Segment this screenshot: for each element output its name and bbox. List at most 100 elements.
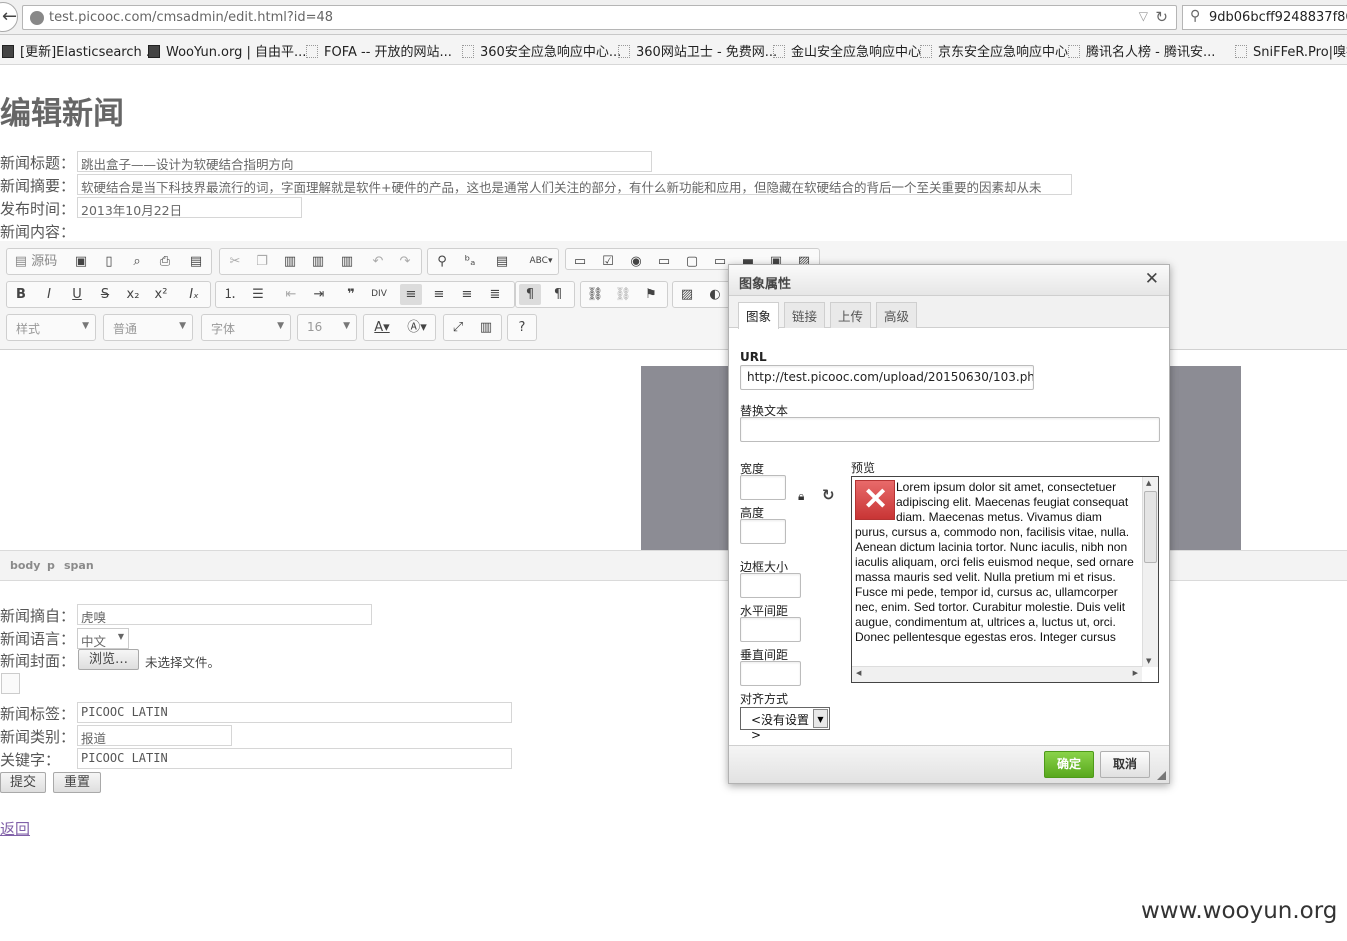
select-all-icon[interactable]: ▤ <box>491 251 513 272</box>
search-input[interactable]: ⚲ 9db06bcff9248837f86d1 <box>1182 5 1347 30</box>
scroll-up-icon[interactable]: ▲ <box>1146 479 1151 487</box>
dialog-title-bar[interactable]: 图象属性 ✕ <box>729 265 1169 296</box>
resize-grip-icon[interactable] <box>1157 771 1166 780</box>
textarea-icon[interactable]: ▢ <box>681 251 703 272</box>
redo-icon[interactable]: ↷ <box>394 251 416 272</box>
bookmark-item[interactable]: 金山安全应急响应中心 <box>773 41 921 60</box>
strike-icon[interactable]: S <box>94 284 116 305</box>
font-size-combo[interactable]: 16 ▼ <box>297 314 357 341</box>
radio-icon[interactable]: ◉ <box>625 251 647 272</box>
show-blocks-icon[interactable]: ▥ <box>475 317 497 338</box>
preview-vertical-scrollbar[interactable]: ▲ ▼ <box>1142 477 1158 667</box>
cancel-button[interactable]: 取消 <box>1100 751 1150 778</box>
form-icon[interactable]: ▭ <box>569 251 591 272</box>
width-input[interactable] <box>740 475 786 500</box>
paste-word-icon[interactable]: ▥ <box>336 251 358 272</box>
height-input[interactable] <box>740 519 786 544</box>
bookmark-item[interactable]: [更新]Elasticsearch ... <box>2 41 158 60</box>
cut-icon[interactable]: ✂ <box>224 251 246 272</box>
align-left-icon[interactable]: ≡ <box>400 284 422 305</box>
path-item[interactable]: body <box>10 559 40 572</box>
tab-image[interactable]: 图象 <box>738 302 780 329</box>
tab-link[interactable]: 链接 <box>784 302 826 328</box>
bookmark-item[interactable]: WooYun.org | 自由平... <box>148 41 306 60</box>
keyword-input[interactable]: PICOOC LATIN <box>77 748 512 769</box>
find-icon[interactable]: ⚲ <box>431 251 453 272</box>
bookmark-item[interactable]: FOFA -- 开放的网站... <box>306 41 452 60</box>
style-combo[interactable]: 样式 ▼ <box>6 314 96 341</box>
link-icon[interactable]: ⛓ <box>584 284 606 305</box>
spellcheck-icon[interactable]: ABC▾ <box>526 251 556 272</box>
tab-advanced[interactable]: 高级 <box>876 302 918 328</box>
textfield-icon[interactable]: ▭ <box>653 251 675 272</box>
close-icon[interactable]: ✕ <box>1145 269 1159 289</box>
unlink-icon[interactable]: ⛓ <box>612 284 634 305</box>
source-input[interactable]: 虎嗅 <box>77 604 372 625</box>
back-button[interactable]: ← <box>0 2 18 32</box>
rtl-icon[interactable]: ¶ <box>547 284 569 305</box>
copy-icon[interactable]: ❐ <box>251 251 273 272</box>
flash-icon[interactable]: ◐ <box>704 284 726 305</box>
reset-button[interactable]: 重置 <box>53 772 101 793</box>
reload-icon[interactable]: ↻ <box>1155 8 1168 26</box>
indent-icon[interactable]: ⇥ <box>308 284 330 305</box>
bookmark-item[interactable]: SniFFeR.Pro|嗅探 <box>1235 41 1347 60</box>
scroll-right-icon[interactable]: ▶ <box>1133 669 1138 677</box>
bg-color-icon[interactable]: Ⓐ▾ <box>402 317 432 338</box>
category-input[interactable]: 报道 <box>77 725 232 746</box>
image-url-input[interactable]: http://test.picooc.com/upload/20150630/1… <box>740 365 1034 390</box>
ltr-icon[interactable]: ¶ <box>519 284 541 305</box>
lock-ratio-icon[interactable]: 🔒︎ <box>798 489 804 504</box>
browse-button[interactable]: 浏览… <box>78 649 139 670</box>
preview-horizontal-scrollbar[interactable]: ◀ ▶ <box>852 666 1142 682</box>
bold-icon[interactable]: B <box>10 284 32 305</box>
hspace-input[interactable] <box>740 617 801 642</box>
remove-format-icon[interactable]: Iₓ <box>183 284 205 305</box>
anchor-icon[interactable]: ⚑ <box>640 284 662 305</box>
publish-date-input[interactable]: 2013年10月22日 <box>77 197 302 218</box>
ok-button[interactable]: 确定 <box>1044 751 1094 778</box>
path-item[interactable]: span <box>64 559 94 572</box>
bookmark-item[interactable]: 360网站卫士 - 免费网... <box>618 41 777 60</box>
format-combo[interactable]: 普通 ▼ <box>103 314 193 341</box>
paste-icon[interactable]: ▥ <box>279 251 301 272</box>
replace-icon[interactable]: ᵇₐ <box>459 251 481 272</box>
blockquote-icon[interactable]: ❞ <box>340 284 362 305</box>
path-item[interactable]: p <box>47 559 55 572</box>
div-icon[interactable]: DIV <box>368 284 390 305</box>
tags-input[interactable]: PICOOC LATIN <box>77 702 512 723</box>
border-input[interactable] <box>740 573 801 598</box>
outdent-icon[interactable]: ⇤ <box>280 284 302 305</box>
image-icon[interactable]: ▨ <box>676 284 698 305</box>
reset-size-icon[interactable]: ↻ <box>822 486 835 504</box>
alt-text-input[interactable] <box>740 417 1160 442</box>
save-icon[interactable]: ▣ <box>70 251 92 272</box>
subscript-icon[interactable]: x₂ <box>122 284 144 305</box>
maximize-icon[interactable]: ⤢ <box>447 317 469 338</box>
print-icon[interactable]: ⎙ <box>154 251 176 272</box>
undo-icon[interactable]: ↶ <box>367 251 389 272</box>
paste-text-icon[interactable]: ▥ <box>307 251 329 272</box>
numbered-list-icon[interactable]: ⒈ <box>219 284 241 305</box>
summary-input[interactable]: 软硬结合是当下科技界最流行的词，字面理解就是软件+硬件的产品，这也是通常人们关注… <box>77 174 1072 195</box>
scrollbar-thumb[interactable] <box>1144 491 1157 563</box>
bookmark-item[interactable]: 360安全应急响应中心... <box>462 41 621 60</box>
chevron-down-icon[interactable]: ▽ <box>1139 9 1148 23</box>
news-title-input[interactable]: 跳出盒子——设计为软硬结合指明方向 <box>77 151 652 172</box>
align-right-icon[interactable]: ≡ <box>456 284 478 305</box>
bulleted-list-icon[interactable]: ☰ <box>247 284 269 305</box>
text-color-icon[interactable]: A▾ <box>367 317 397 338</box>
templates-icon[interactable]: ▤ <box>185 251 207 272</box>
superscript-icon[interactable]: x² <box>150 284 172 305</box>
checkbox-icon[interactable]: ☑ <box>597 251 619 272</box>
submit-button[interactable]: 提交 <box>0 772 46 793</box>
justify-icon[interactable]: ≣ <box>484 284 506 305</box>
align-select[interactable]: <没有设置> ▼ <box>740 707 830 742</box>
new-page-icon[interactable]: ▯ <box>98 251 120 272</box>
bookmark-item[interactable]: 京东安全应急响应中心 <box>920 41 1068 60</box>
scroll-down-icon[interactable]: ▼ <box>1146 657 1151 665</box>
url-input[interactable]: test.picooc.com/cmsadmin/edit.html?id=48… <box>22 5 1177 30</box>
align-center-icon[interactable]: ≡ <box>428 284 450 305</box>
underline-icon[interactable]: U <box>66 284 88 305</box>
font-combo[interactable]: 字体 ▼ <box>201 314 291 341</box>
